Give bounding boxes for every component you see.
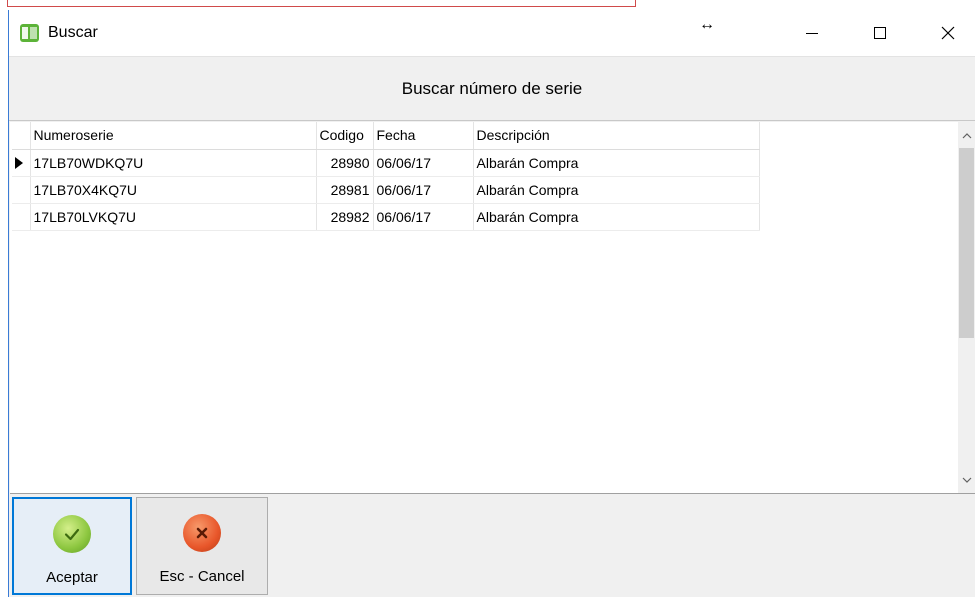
minimize-button[interactable] [781,10,843,56]
chevron-up-icon [962,133,971,139]
title-bar[interactable]: Buscar ↔ [9,10,975,56]
cell-numeroserie[interactable]: 17LB70X4KQ7U [30,176,317,204]
close-button[interactable] [917,10,975,56]
scroll-up-button[interactable] [958,126,975,146]
check-circle-icon [53,515,91,553]
row-indicator-cell [12,203,31,231]
cell-numeroserie[interactable]: 17LB70LVKQ7U [30,203,317,231]
x-circle-icon [183,514,221,552]
column-header-codigo[interactable]: Codigo [316,122,374,150]
cell-fecha[interactable]: 06/06/17 [373,203,474,231]
app-icon [20,24,39,42]
cell-codigo[interactable]: 28980 [316,149,374,177]
cancel-button-label: Esc - Cancel [159,568,245,585]
column-header-fecha[interactable]: Fecha [373,122,474,150]
footer-toolbar: Aceptar Esc - Cancel [9,494,975,597]
cancel-button[interactable]: Esc - Cancel [136,497,268,595]
column-header-descripcion[interactable]: Descripción [473,122,760,150]
cell-descripcion[interactable]: Albarán Compra [473,149,760,177]
cell-fecha[interactable]: 06/06/17 [373,149,474,177]
chevron-down-icon [962,477,971,483]
results-grid[interactable]: Numeroserie Codigo Fecha Descripción 17L… [10,122,975,494]
maximize-icon [874,27,886,39]
table-row[interactable]: 17LB70LVKQ7U 28982 06/06/17 Albarán Comp… [12,203,760,231]
maximize-button[interactable] [849,10,911,56]
table-row[interactable]: 17LB70X4KQ7U 28981 06/06/17 Albarán Comp… [12,176,760,204]
scroll-down-button[interactable] [958,470,975,490]
accept-button-label: Aceptar [46,569,98,586]
results-table: Numeroserie Codigo Fecha Descripción 17L… [12,122,760,231]
row-indicator-cell [12,176,31,204]
resize-cursor-icon: ↔ [699,16,715,33]
accept-button[interactable]: Aceptar [12,497,132,595]
buscar-dialog: Buscar ↔ Buscar número de serie Numerose… [8,10,975,597]
table-row[interactable]: 17LB70WDKQ7U 28980 06/06/17 Albarán Comp… [12,149,760,177]
minimize-icon [806,33,818,34]
triangle-right-icon [15,156,23,169]
header-title: Buscar número de serie [401,79,583,98]
column-header-numeroserie[interactable]: Numeroserie [30,122,317,150]
scrollbar-thumb[interactable] [959,148,974,338]
header-indicator-cell [12,122,31,150]
close-icon [941,26,955,40]
row-indicator-cell [12,149,31,177]
cell-descripcion[interactable]: Albarán Compra [473,203,760,231]
cell-descripcion[interactable]: Albarán Compra [473,176,760,204]
cell-codigo[interactable]: 28982 [316,203,374,231]
cell-numeroserie[interactable]: 17LB70WDKQ7U [30,149,317,177]
table-header-row: Numeroserie Codigo Fecha Descripción [12,122,760,150]
header-panel: Buscar número de serie [9,56,975,121]
cell-fecha[interactable]: 06/06/17 [373,176,474,204]
window-title: Buscar [48,24,98,41]
vertical-scrollbar[interactable] [958,122,975,493]
background-input-outline [7,0,636,7]
cell-codigo[interactable]: 28981 [316,176,374,204]
